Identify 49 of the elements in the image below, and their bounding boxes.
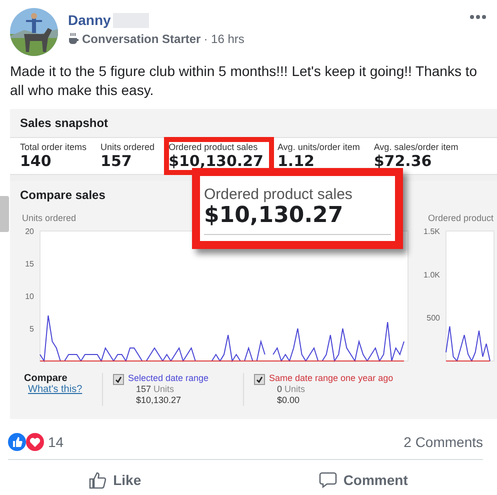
coffee-cup-icon xyxy=(68,33,79,45)
help-link[interactable]: What's this? xyxy=(28,384,102,395)
like-button[interactable]: Like xyxy=(81,467,150,493)
compare-title: Compare xyxy=(24,373,68,384)
callout-value: $10,130.27 xyxy=(204,203,391,235)
metric-value: 1.12 xyxy=(277,152,316,170)
metric-label: Avg. sales/order item xyxy=(374,142,458,152)
unit-label: Units xyxy=(154,384,174,394)
author-name[interactable]: Danny xyxy=(68,12,111,28)
range-label: Selected date range xyxy=(128,373,209,384)
axis-title: Units ordered xyxy=(22,213,76,223)
metric-label: Avg. units/order item xyxy=(277,142,360,152)
metric-value: 140 xyxy=(20,152,52,170)
axis-title: Ordered product xyxy=(428,213,494,223)
tick-label: 1.5K xyxy=(424,227,440,236)
panel-title: Compare sales xyxy=(19,187,106,204)
tick-label: 1.0K xyxy=(424,270,440,280)
sales-amount: $10,130.27 xyxy=(135,395,182,406)
metric-value: $72.36 xyxy=(374,152,433,170)
comment-count[interactable]: 2 Comments xyxy=(404,434,483,450)
badge-label: Conversation Starter xyxy=(82,32,201,46)
post-text: Made it to the 5 figure club within 5 months!!! Let's keep it going!! Thanks to all who make this easy. xyxy=(9,62,478,100)
tick-label: 500 xyxy=(426,314,440,323)
reaction-count[interactable]: 14 xyxy=(48,434,404,450)
post-time[interactable]: · 16 hrs xyxy=(204,32,244,46)
metric-label: Units ordered xyxy=(100,142,155,152)
panel-title: Sales snapshot xyxy=(19,115,110,132)
tick-label: 15 xyxy=(25,260,34,268)
like-reaction-icon[interactable] xyxy=(8,433,26,451)
tick-label: 5 xyxy=(30,324,34,334)
metric-value: 157 xyxy=(100,152,133,170)
metric-label: Ordered product sales xyxy=(168,142,259,152)
checkbox[interactable] xyxy=(113,374,124,385)
comment-button[interactable]: Comment xyxy=(311,467,416,493)
sales-amount: $0.00 xyxy=(276,395,301,406)
metric-value: $10,130.27 xyxy=(168,152,264,170)
unit-label: Units xyxy=(284,384,306,394)
speech-bubble-icon[interactable] xyxy=(319,471,338,489)
checkbox[interactable] xyxy=(254,374,265,385)
heart-reaction-icon[interactable] xyxy=(26,433,44,451)
tick-label: 10 xyxy=(25,292,34,301)
thumbs-up-icon[interactable] xyxy=(89,471,108,489)
range-label: Same date range one year ago xyxy=(269,373,394,384)
callout-label: Ordered product sales xyxy=(204,186,354,203)
unit-count: 0 xyxy=(277,384,282,394)
more-icon[interactable] xyxy=(469,14,487,20)
unit-count: 157 xyxy=(136,384,152,394)
metric-label: Total order items xyxy=(20,142,87,152)
tick-label: 20 xyxy=(25,227,34,236)
